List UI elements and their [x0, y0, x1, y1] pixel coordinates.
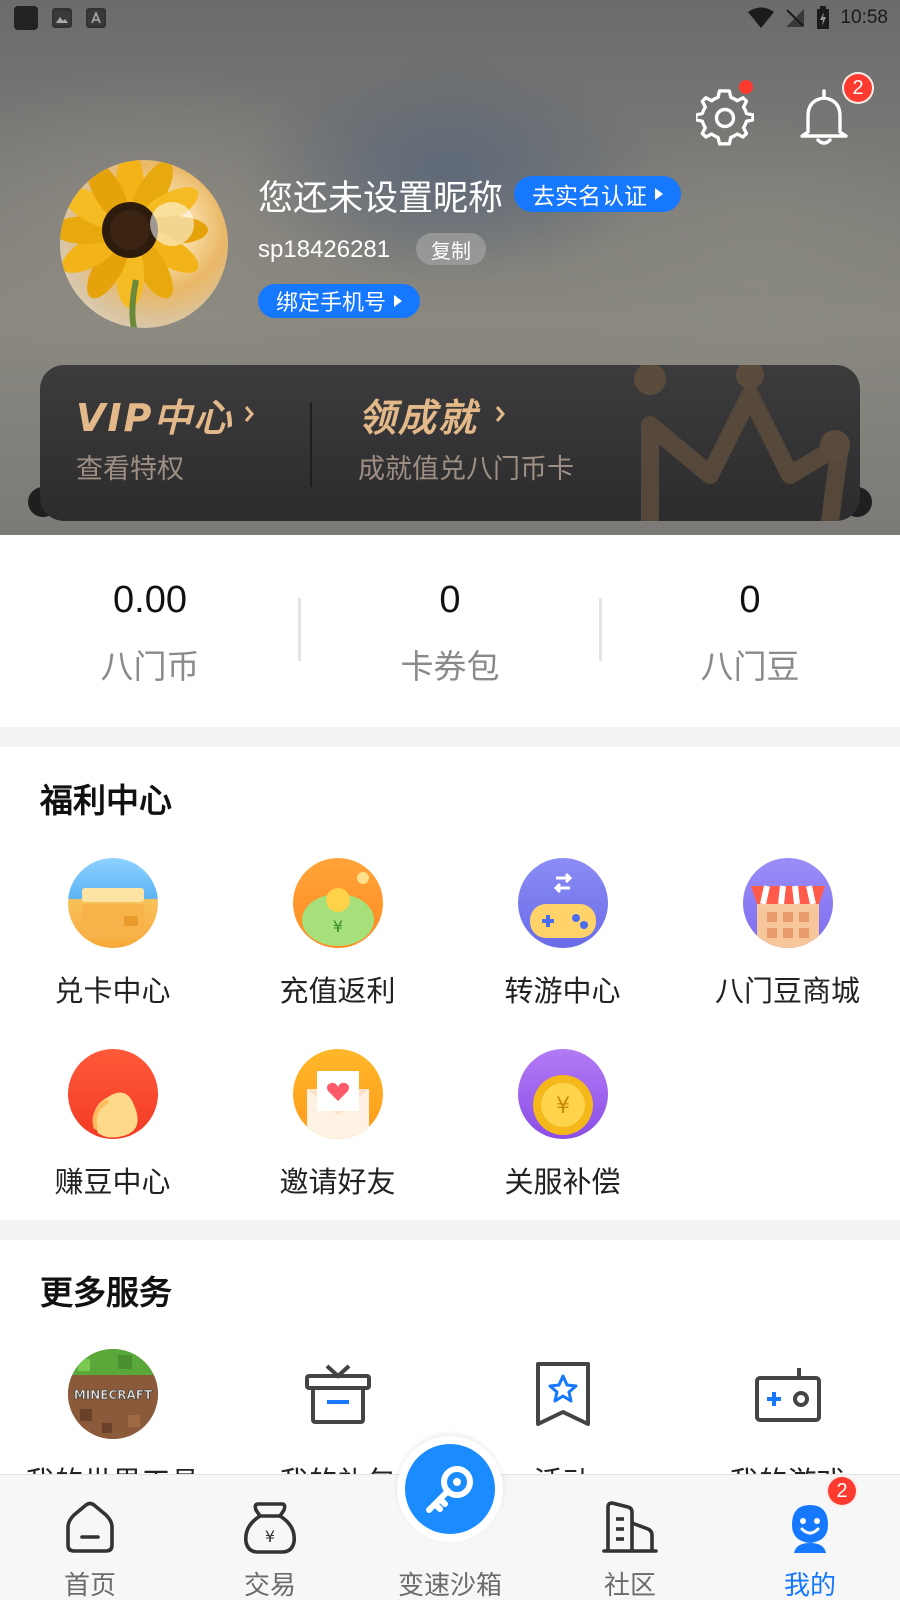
nav-mine[interactable]: 2 我的	[720, 1475, 900, 1600]
wifi-icon	[748, 7, 775, 28]
nav-label: 变速沙箱	[397, 1571, 502, 1600]
welfare-item-label: 充值返利	[279, 974, 396, 1008]
gift-icon	[293, 1349, 383, 1439]
achievement-entry[interactable]: 领成就 成就值兑八门币卡	[320, 365, 620, 521]
verify-identity-button[interactable]: 去实名认证	[514, 176, 681, 212]
stat-coupon-pack[interactable]: 0 卡券包	[300, 579, 600, 688]
stat-label: 卡券包	[400, 647, 500, 686]
stat-bamen-coin[interactable]: 0.00 八门币	[0, 579, 300, 688]
recharge-rebate-icon: ¥	[292, 858, 383, 948]
welfare-item-invite-friend[interactable]: 邀请好友	[225, 1049, 450, 1201]
more-services-title: 更多服务	[40, 1273, 172, 1312]
status-right-icons: 10:58	[748, 6, 888, 30]
welfare-item-bean-shop[interactable]: 八门豆商城	[675, 858, 900, 1010]
settings-red-dot	[739, 80, 753, 94]
chevron-right-icon	[244, 406, 254, 422]
vip-card: VIP中心 查看特权 领成就 成就值兑八门币卡	[40, 365, 860, 521]
profile-header: 10:58 2 您还未设置昵称 去实名认证 sp18426281 复制 绑定手机…	[0, 0, 900, 535]
status-bar: 10:58	[0, 0, 900, 36]
image-notification-icon	[52, 8, 72, 28]
notification-badge: 2	[842, 72, 874, 104]
welfare-item-game-transfer[interactable]: 转游中心	[450, 858, 675, 1010]
welfare-item-label: 八门豆商城	[714, 974, 860, 1008]
avatar[interactable]	[60, 160, 228, 328]
welfare-item-card-exchange[interactable]: 兑卡中心	[0, 858, 225, 1010]
welfare-item-recharge-rebate[interactable]: ¥ 充值返利	[225, 858, 450, 1010]
chevron-right-icon	[495, 406, 505, 422]
vip-center-subtitle: 查看特权	[76, 454, 184, 485]
gear-icon	[696, 89, 754, 146]
welfare-item-label: 赚豆中心	[54, 1165, 171, 1199]
speed-sandbox-button[interactable]	[397, 1436, 503, 1542]
stat-bamen-bean[interactable]: 0 八门豆	[600, 579, 900, 688]
building-icon	[598, 1495, 662, 1559]
verify-identity-label: 去实名认证	[532, 184, 647, 210]
nav-home[interactable]: 首页	[0, 1475, 180, 1600]
welfare-item-earn-bean[interactable]: 赚豆中心	[0, 1049, 225, 1201]
welfare-item-label: 兑卡中心	[54, 974, 171, 1008]
bell-icon	[800, 89, 848, 145]
game-transfer-icon	[517, 858, 608, 948]
achievement-title: 领成就	[358, 396, 479, 440]
battery-icon	[817, 6, 830, 29]
vip-card-divider	[310, 403, 312, 487]
bind-phone-button[interactable]: 绑定手机号	[258, 284, 421, 318]
nav-label: 交易	[243, 1571, 296, 1600]
achievement-subtitle: 成就值兑八门币卡	[358, 454, 574, 485]
card-exchange-icon	[67, 858, 158, 948]
nav-label: 我的	[783, 1571, 836, 1600]
nav-community[interactable]: 社区	[540, 1475, 720, 1600]
svg-text:¥: ¥	[332, 917, 342, 936]
user-id: sp18426281	[258, 236, 391, 263]
activity-icon	[518, 1349, 608, 1439]
welfare-item-label: 关服补偿	[504, 1165, 621, 1199]
key-icon	[426, 1466, 473, 1513]
section-gap	[0, 1220, 900, 1240]
svg-text:¥: ¥	[556, 1094, 570, 1119]
welfare-item-label: 邀请好友	[279, 1165, 396, 1199]
stat-label: 八门豆	[700, 647, 800, 686]
section-gap	[0, 727, 900, 747]
svg-text:MINECRAFT: MINECRAFT	[73, 1388, 152, 1402]
speed-sandbox-circle	[405, 1444, 495, 1534]
sunflower-avatar-icon	[60, 160, 208, 328]
play-arrow-icon	[394, 295, 403, 307]
no-signal-icon	[786, 9, 805, 27]
nav-trade[interactable]: ¥ 交易	[180, 1475, 360, 1600]
welfare-item-compensation[interactable]: ¥ 关服补偿	[450, 1049, 675, 1201]
game-console-icon	[743, 1349, 833, 1439]
status-left-icons	[14, 6, 106, 30]
vip-center-title: VIP中心	[76, 396, 234, 440]
crown-decoration-icon	[634, 365, 850, 521]
stat-value: 0	[439, 579, 461, 621]
welfare-item-label: 转游中心	[504, 974, 621, 1008]
minecraft-icon: MINECRAFT	[67, 1349, 158, 1439]
settings-button[interactable]	[693, 80, 757, 150]
stat-value: 0	[739, 579, 761, 621]
wallet-stats: 0.00 八门币 0 卡券包 0 八门豆	[0, 535, 900, 727]
bind-phone-label: 绑定手机号	[276, 291, 387, 316]
nav-mine-badge: 2	[826, 1475, 858, 1507]
earn-bean-icon	[67, 1049, 158, 1139]
stat-value: 0.00	[113, 579, 187, 621]
app-notification-icon	[14, 6, 38, 30]
welfare-section-title: 福利中心	[40, 781, 172, 820]
invite-friend-icon	[292, 1049, 383, 1139]
money-bag-icon: ¥	[238, 1495, 302, 1559]
user-face-icon	[778, 1495, 842, 1559]
copy-id-button[interactable]: 复制	[416, 233, 486, 265]
stat-label: 八门币	[100, 647, 200, 686]
notification-button[interactable]: 2	[792, 72, 874, 150]
nav-label: 首页	[63, 1571, 116, 1600]
play-arrow-icon	[655, 188, 663, 200]
home-icon	[58, 1495, 122, 1559]
compensation-icon: ¥	[517, 1049, 608, 1139]
nickname: 您还未设置昵称	[258, 179, 504, 219]
status-time: 10:58	[840, 7, 888, 28]
vip-center-entry[interactable]: VIP中心 查看特权	[40, 365, 310, 521]
nav-label: 社区	[603, 1571, 656, 1600]
bean-shop-icon	[742, 858, 833, 948]
text-notification-icon	[86, 8, 106, 28]
svg-text:¥: ¥	[265, 1527, 275, 1546]
